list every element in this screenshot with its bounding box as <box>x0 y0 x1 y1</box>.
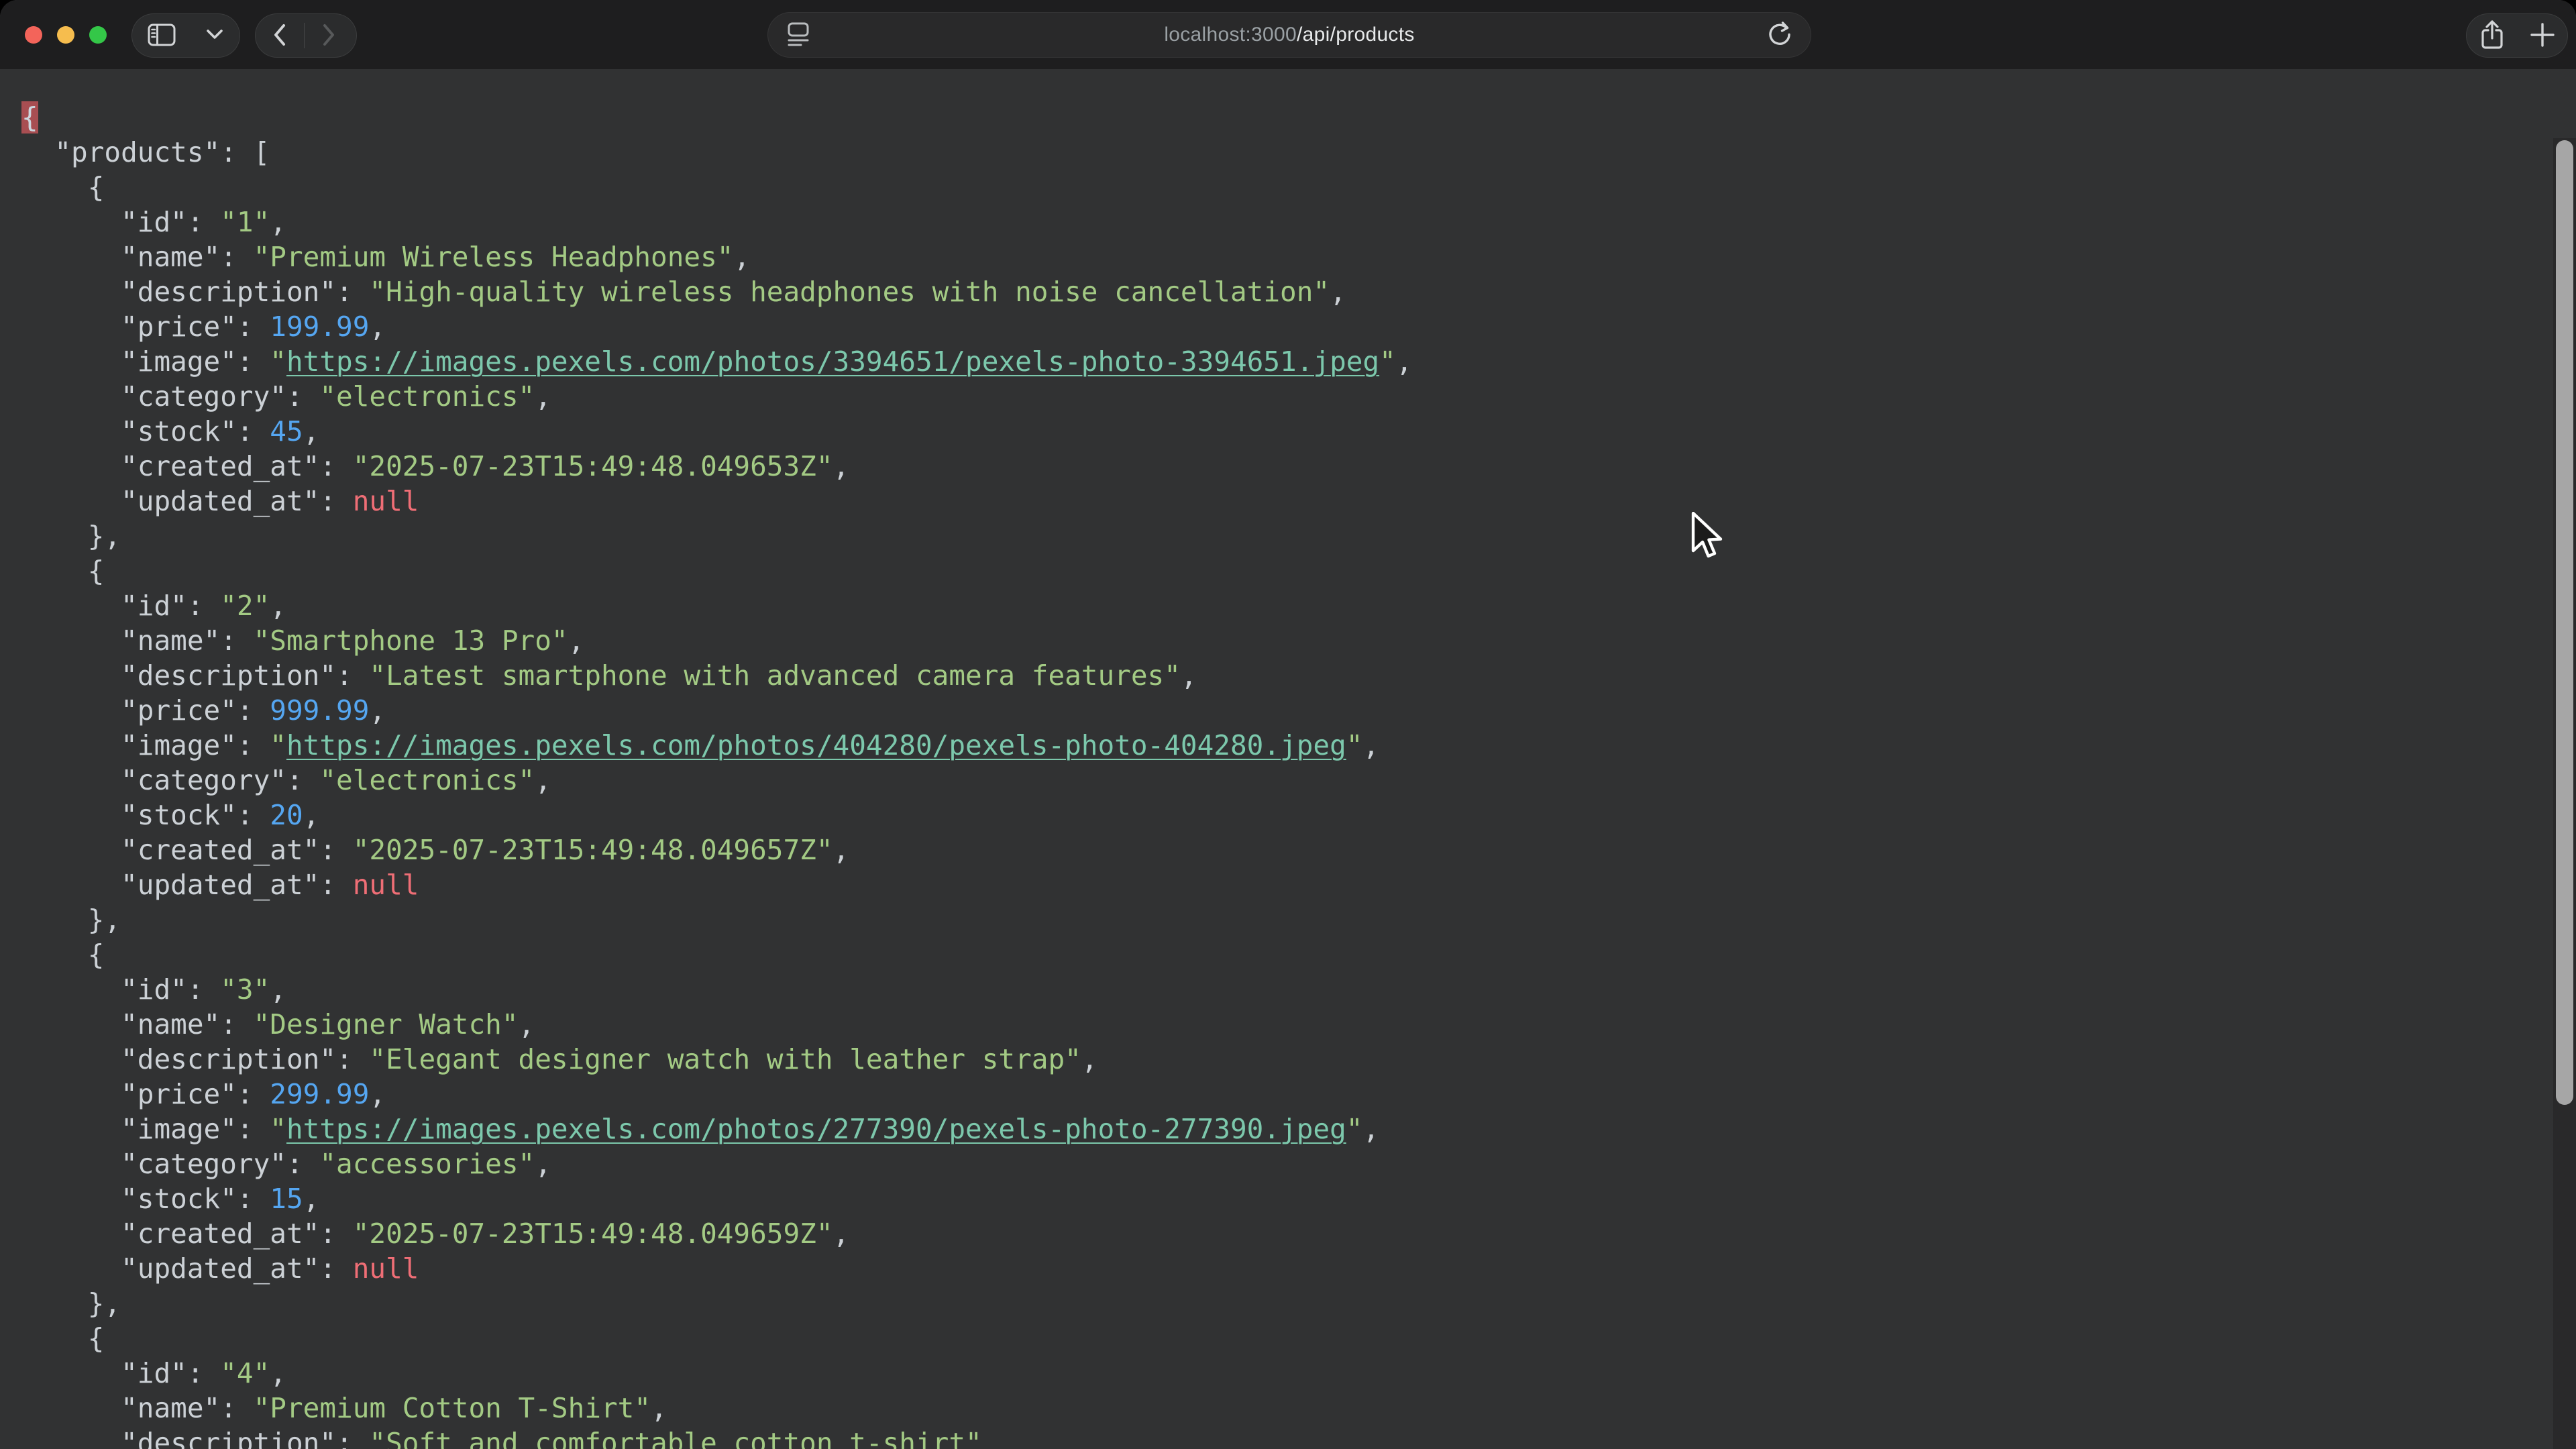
code-line: "stock": 20, <box>21 798 2576 833</box>
code-line: }, <box>21 902 2576 937</box>
url-text: localhost:3000/api/products <box>768 23 1811 46</box>
new-tab-button[interactable] <box>2517 14 2567 57</box>
code-line: "category": "electronics", <box>21 763 2576 798</box>
code-line: "category": "electronics", <box>21 379 2576 414</box>
code-line: { <box>21 170 2576 205</box>
code-line: "name": "Designer Watch", <box>21 1007 2576 1042</box>
code-line: "stock": 15, <box>21 1181 2576 1216</box>
share-newtab-group <box>2466 13 2568 58</box>
plus-icon <box>2530 23 2555 49</box>
code-line: "description": "Soft and comfortable cot… <box>21 1426 2576 1449</box>
code-line: { <box>21 937 2576 972</box>
sidebar-button-group <box>131 13 240 58</box>
url-host: localhost:3000 <box>1164 23 1297 46</box>
code-line: }, <box>21 519 2576 553</box>
code-line: "id": "4", <box>21 1356 2576 1391</box>
code-line: "id": "2", <box>21 588 2576 623</box>
sidebar-menu-chevron-button[interactable] <box>191 14 238 57</box>
code-line: "id": "1", <box>21 205 2576 239</box>
code-line: "image": "https://images.pexels.com/phot… <box>21 1112 2576 1146</box>
screenshot-root: { "window": { "controls": [ {"name": "cl… <box>0 0 2576 1449</box>
close-window-button[interactable] <box>25 26 42 44</box>
code-line: "stock": 45, <box>21 414 2576 449</box>
browser-toolbar: localhost:3000/api/products <box>0 0 2576 69</box>
share-button[interactable] <box>2467 14 2517 57</box>
code-line: { <box>21 1321 2576 1356</box>
sidebar-icon <box>148 23 176 48</box>
code-line: "updated_at": null <box>21 484 2576 519</box>
address-bar[interactable]: localhost:3000/api/products <box>767 12 1811 58</box>
image-url-link[interactable]: https://images.pexels.com/photos/404280/… <box>286 729 1346 761</box>
chevron-down-icon <box>207 30 223 42</box>
scrollbar-thumb[interactable] <box>2556 140 2573 1105</box>
code-line: "price": 199.99, <box>21 309 2576 344</box>
code-line: "category": "accessories", <box>21 1146 2576 1181</box>
image-url-link[interactable]: https://images.pexels.com/photos/277390/… <box>286 1113 1346 1145</box>
code-line: "created_at": "2025-07-23T15:49:48.04965… <box>21 449 2576 484</box>
code-line: "price": 299.99, <box>21 1077 2576 1112</box>
code-line: { <box>21 553 2576 588</box>
json-response-body: { "products": [ { "id": "1", "name": "Pr… <box>0 69 2576 1449</box>
share-icon <box>2480 19 2504 52</box>
code-line: "image": "https://images.pexels.com/phot… <box>21 344 2576 379</box>
code-line: "updated_at": null <box>21 867 2576 902</box>
code-line: "description": "Latest smartphone with a… <box>21 658 2576 693</box>
zoom-window-button[interactable] <box>89 26 107 44</box>
code-line: "description": "Elegant designer watch w… <box>21 1042 2576 1077</box>
code-line: "name": "Smartphone 13 Pro", <box>21 623 2576 658</box>
navigation-button-group <box>255 13 357 58</box>
code-line: "name": "Premium Wireless Headphones", <box>21 239 2576 274</box>
code-line: "products": [ <box>21 135 2576 170</box>
url-path: /api/products <box>1297 23 1415 46</box>
toggle-sidebar-button[interactable] <box>132 14 191 57</box>
code-line: "created_at": "2025-07-23T15:49:48.04965… <box>21 833 2576 867</box>
code-line: "image": "https://images.pexels.com/phot… <box>21 728 2576 763</box>
code-line: { <box>21 100 2576 135</box>
browser-window: localhost:3000/api/products <box>0 0 2576 1449</box>
forward-button[interactable] <box>305 14 353 57</box>
code-line: }, <box>21 1286 2576 1321</box>
code-line: "updated_at": null <box>21 1251 2576 1286</box>
code-line: "description": "High-quality wireless he… <box>21 274 2576 309</box>
code-line: "price": 999.99, <box>21 693 2576 728</box>
scrollbar-track[interactable] <box>2553 138 2576 1449</box>
minimize-window-button[interactable] <box>57 26 74 44</box>
back-button[interactable] <box>256 14 304 57</box>
code-line: "created_at": "2025-07-23T15:49:48.04965… <box>21 1216 2576 1251</box>
back-arrow-icon <box>274 23 286 48</box>
image-url-link[interactable]: https://images.pexels.com/photos/3394651… <box>286 345 1379 378</box>
forward-arrow-icon <box>323 23 335 48</box>
code-line: "name": "Premium Cotton T-Shirt", <box>21 1391 2576 1426</box>
page-content: { "products": [ { "id": "1", "name": "Pr… <box>0 69 2576 1449</box>
code-line: "id": "3", <box>21 972 2576 1007</box>
